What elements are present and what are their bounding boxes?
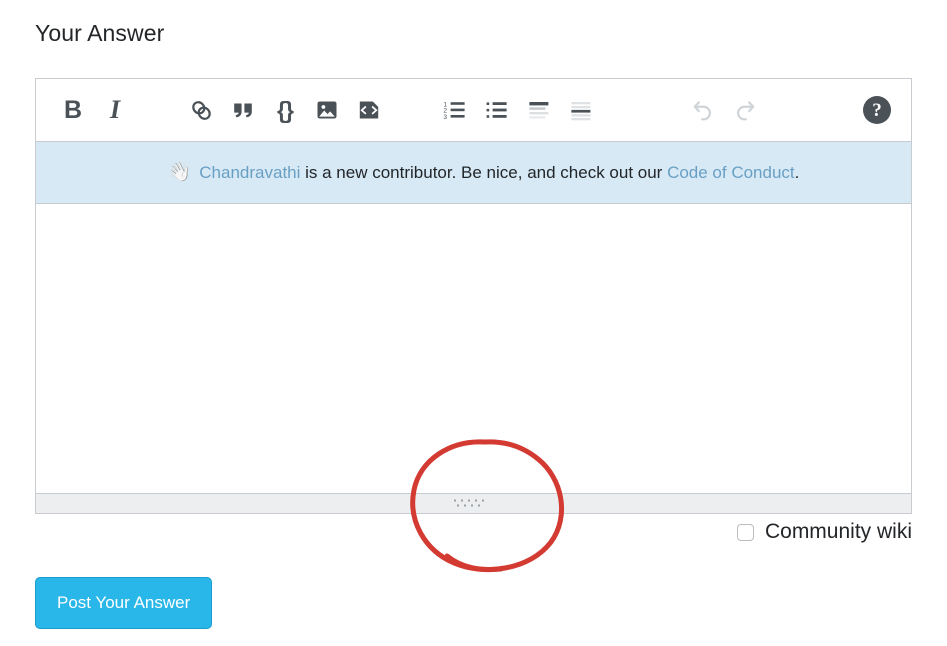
link-icon[interactable] (180, 89, 222, 131)
help-icon[interactable]: ? (863, 96, 891, 124)
resize-grip-dots (453, 499, 494, 508)
redo-icon[interactable] (724, 89, 766, 131)
answer-editor: B I {} 1 2 3 ? 👋 Chandravathi is a new c… (35, 78, 912, 514)
numbered-list-icon[interactable]: 1 2 3 (434, 89, 476, 131)
community-wiki-row: Community wiki (736, 520, 912, 544)
notice-text: is a new contributor. Be nice, and check… (300, 162, 668, 182)
resize-grip[interactable] (36, 493, 911, 513)
community-wiki-checkbox[interactable] (736, 523, 754, 541)
image-icon[interactable] (306, 89, 348, 131)
editor-toolbar: B I {} 1 2 3 ? (36, 79, 911, 142)
horizontal-rule-icon[interactable] (560, 89, 602, 131)
italic-icon[interactable]: I (94, 89, 136, 131)
bulleted-list-icon[interactable] (476, 89, 518, 131)
bold-icon[interactable]: B (52, 89, 94, 131)
code-of-conduct-link[interactable]: Code of Conduct (667, 163, 795, 183)
community-wiki-label[interactable]: Community wiki (765, 520, 912, 544)
contributor-user-link[interactable]: Chandravathi (199, 163, 300, 183)
code-snippet-icon[interactable] (348, 89, 390, 131)
notice-text-end: . (794, 162, 800, 182)
new-contributor-notice: 👋 Chandravathi is a new contributor. Be … (36, 142, 911, 204)
answer-input[interactable] (36, 204, 911, 493)
undo-icon[interactable] (682, 89, 724, 131)
blockquote-icon[interactable] (222, 89, 264, 131)
inline-code-icon[interactable]: {} (264, 89, 306, 131)
post-your-answer-button[interactable]: Post Your Answer (35, 577, 213, 629)
waving-hand-icon: 👋 (167, 162, 192, 183)
svg-text:3: 3 (443, 114, 447, 121)
page-title: Your Answer (35, 20, 165, 46)
heading-icon[interactable] (518, 89, 560, 131)
